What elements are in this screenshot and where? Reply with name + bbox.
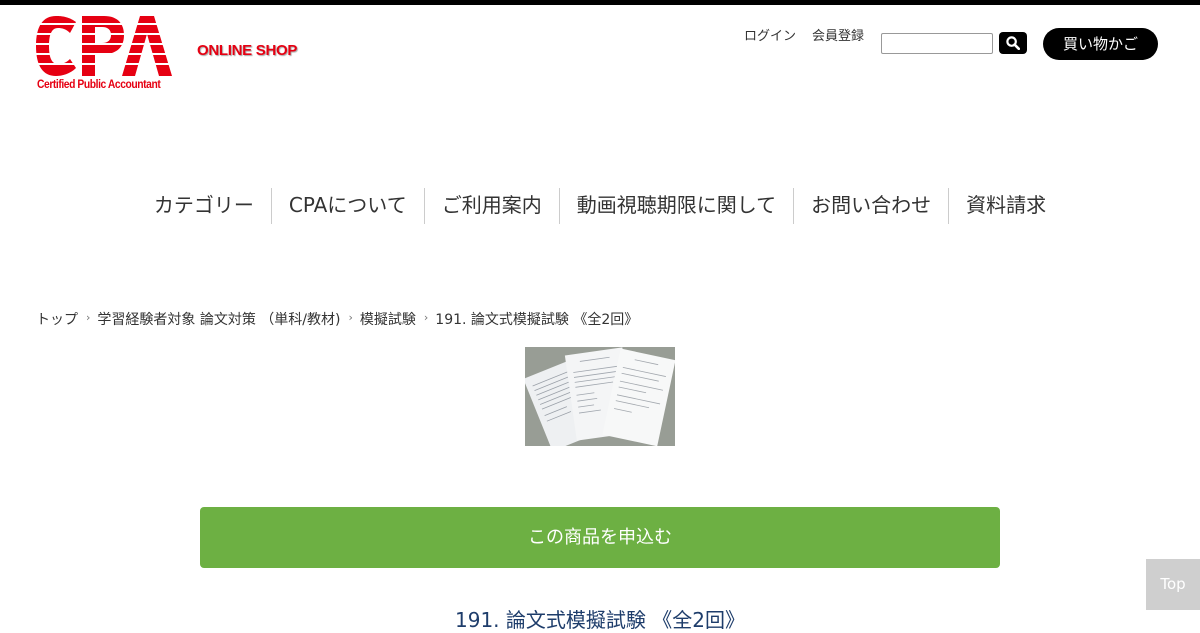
breadcrumb: トップ › 学習経験者対象 論文対策 （単科/教材) › 模擬試験 › 191.… bbox=[36, 309, 638, 329]
nav-item-video-period[interactable]: 動画視聴期限に関して bbox=[558, 188, 793, 224]
nav-item-contact[interactable]: お問い合わせ bbox=[793, 188, 948, 224]
breadcrumb-item-current: 191. 論文式模擬試験 《全2回》 bbox=[435, 312, 639, 328]
breadcrumb-item-category[interactable]: 学習経験者対象 論文対策 （単科/教材) bbox=[97, 309, 340, 329]
search-icon bbox=[1006, 36, 1020, 50]
cart-button[interactable]: 買い物かご bbox=[1043, 28, 1158, 60]
search-button[interactable] bbox=[999, 32, 1027, 54]
nav-item-guide[interactable]: ご利用案内 bbox=[423, 188, 559, 224]
breadcrumb-separator: › bbox=[348, 310, 353, 324]
breadcrumb-separator: › bbox=[423, 310, 429, 324]
apply-button[interactable]: この商品を申込む bbox=[200, 507, 1000, 568]
top-border bbox=[0, 0, 1200, 5]
breadcrumb-separator: › bbox=[86, 310, 91, 324]
product-image[interactable] bbox=[525, 347, 675, 446]
global-nav: カテゴリー CPAについて ご利用案内 動画視聴期限に関して お問い合わせ 資料… bbox=[0, 188, 1200, 224]
product-title: 191. 論文式模擬試験 《全2回》 bbox=[455, 608, 745, 632]
exam-papers-photo bbox=[525, 347, 675, 446]
login-link[interactable]: ログイン bbox=[744, 25, 796, 44]
cpa-logo[interactable]: Certified Public Accountant bbox=[36, 16, 176, 92]
breadcrumb-item-top[interactable]: トップ bbox=[36, 309, 78, 329]
online-shop-label: ONLINE SHOP bbox=[197, 42, 298, 59]
logo-subtitle: Certified Public Accountant bbox=[37, 77, 161, 91]
nav-item-category[interactable]: カテゴリー bbox=[137, 188, 271, 224]
register-link[interactable]: 会員登録 bbox=[812, 25, 864, 44]
nav-item-request-docs[interactable]: 資料請求 bbox=[948, 188, 1063, 224]
breadcrumb-item-subcategory[interactable]: 模擬試験 bbox=[360, 309, 416, 329]
scroll-top-button[interactable]: Top bbox=[1146, 559, 1200, 610]
search-input[interactable] bbox=[881, 33, 993, 54]
nav-item-about-cpa[interactable]: CPAについて bbox=[270, 188, 424, 224]
cpa-logo-mark bbox=[36, 16, 172, 76]
